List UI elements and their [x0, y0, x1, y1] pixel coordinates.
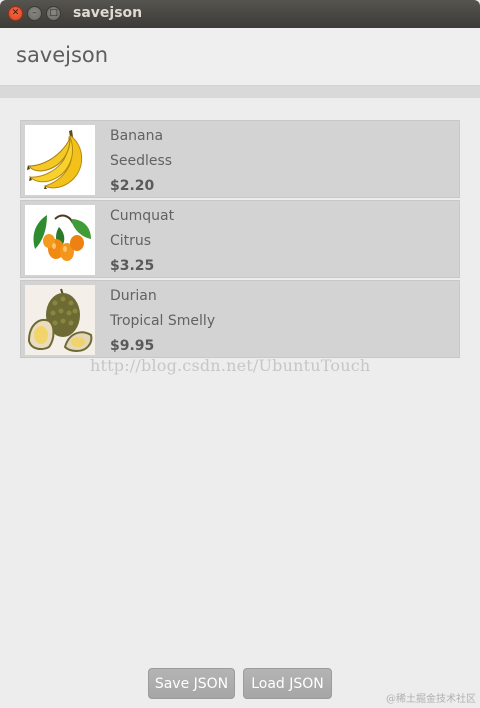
- page-title: savejson: [16, 43, 109, 67]
- fruit-price: $3.25: [110, 258, 155, 274]
- header-divider: [0, 86, 480, 98]
- corner-watermark: @稀土掘金技术社区: [386, 694, 476, 705]
- fruit-price: $2.20: [110, 178, 155, 194]
- banana-image: [25, 125, 95, 195]
- fruit-name: Banana: [110, 128, 164, 144]
- maximize-icon: □: [49, 8, 58, 18]
- minimize-window-button[interactable]: –: [27, 6, 42, 21]
- load-json-button[interactable]: Load JSON: [243, 668, 332, 699]
- window-title: savejson: [73, 5, 143, 21]
- close-icon: ✕: [11, 8, 20, 18]
- fruit-list: Banana Seedless $2.20 Cumquat Citrus $3.…: [20, 120, 460, 360]
- list-item[interactable]: Banana Seedless $2.20: [20, 120, 460, 198]
- list-item[interactable]: Durian Tropical Smelly $9.95: [20, 280, 460, 358]
- fruit-description: Tropical Smelly: [110, 313, 216, 329]
- app-header: savejson: [0, 28, 480, 86]
- cumquat-image: [25, 205, 95, 275]
- fruit-name: Durian: [110, 288, 157, 304]
- save-json-button[interactable]: Save JSON: [148, 668, 235, 699]
- fruit-name: Cumquat: [110, 208, 175, 224]
- fruit-description: Citrus: [110, 233, 152, 249]
- window-titlebar: ✕ – □ savejson: [0, 0, 480, 28]
- list-item[interactable]: Cumquat Citrus $3.25: [20, 200, 460, 278]
- fruit-price: $9.95: [110, 338, 155, 354]
- maximize-window-button[interactable]: □: [46, 6, 61, 21]
- fruit-description: Seedless: [110, 153, 173, 169]
- watermark-text: http://blog.csdn.net/UbuntuTouch: [90, 356, 371, 375]
- durian-image: [25, 285, 95, 355]
- close-window-button[interactable]: ✕: [8, 6, 23, 21]
- minimize-icon: –: [32, 8, 37, 18]
